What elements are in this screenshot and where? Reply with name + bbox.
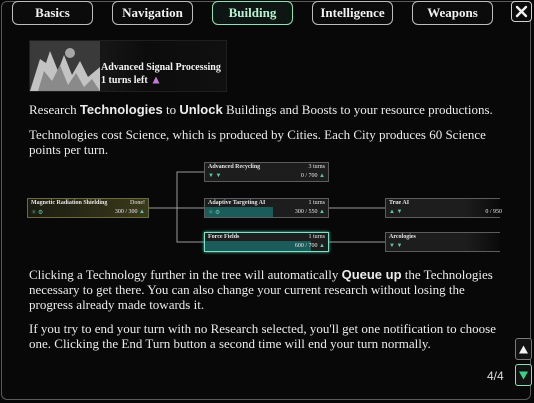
tech-node[interactable]: True AI ▲ ▼ 0 / 950 (385, 198, 502, 218)
tech-node-selected[interactable]: Force Fields 1 turns 600 / 700 ▲ (204, 232, 329, 252)
scroll-down-button[interactable] (515, 364, 532, 386)
tech-node[interactable]: Advanced Recycling 3 turns ▼ ▼ 0 / 700 ▲ (204, 162, 329, 182)
tech-node[interactable]: Magnetic Radiation Shielding Done! ⚛ ⚙ 3… (27, 198, 149, 218)
intro-paragraph: Research Technologies to Unlock Building… (29, 102, 493, 117)
research-title: Advanced Signal Processing (101, 62, 221, 73)
arrow-down-icon (519, 371, 528, 379)
scroll-up-button[interactable] (515, 338, 532, 360)
tech-node[interactable]: Arcologies ▼ ▼ (385, 232, 500, 252)
tab-basics[interactable]: Basics (12, 1, 93, 25)
science-icon (152, 76, 160, 84)
page-indicator: 4/4 (487, 369, 504, 383)
queue-paragraph: Clicking a Technology further in the tre… (29, 267, 493, 312)
science-paragraph: Technologies cost Science, which is prod… (29, 127, 486, 157)
end-turn-paragraph: If you try to end your turn with no Rese… (29, 321, 496, 351)
tab-weapons[interactable]: Weapons (412, 1, 493, 25)
close-icon (515, 5, 528, 18)
research-illustration (30, 41, 100, 91)
current-research-banner[interactable]: Advanced Signal Processing 1 turns left (29, 40, 227, 92)
research-turns: 1 turns left (101, 75, 160, 86)
close-button[interactable] (511, 1, 532, 22)
arrow-up-icon (519, 345, 528, 353)
tech-tree-example: Magnetic Radiation Shielding Done! ⚛ ⚙ 3… (27, 160, 502, 258)
tab-bar: Basics Navigation Building Intelligence … (0, 0, 534, 28)
tech-node[interactable]: Adaptive Targeting AI 1 turns ⚛ ⚙ 300 / … (204, 198, 329, 218)
tab-navigation[interactable]: Navigation (112, 1, 193, 25)
tab-building[interactable]: Building (212, 1, 293, 25)
tab-intelligence[interactable]: Intelligence (312, 1, 393, 25)
